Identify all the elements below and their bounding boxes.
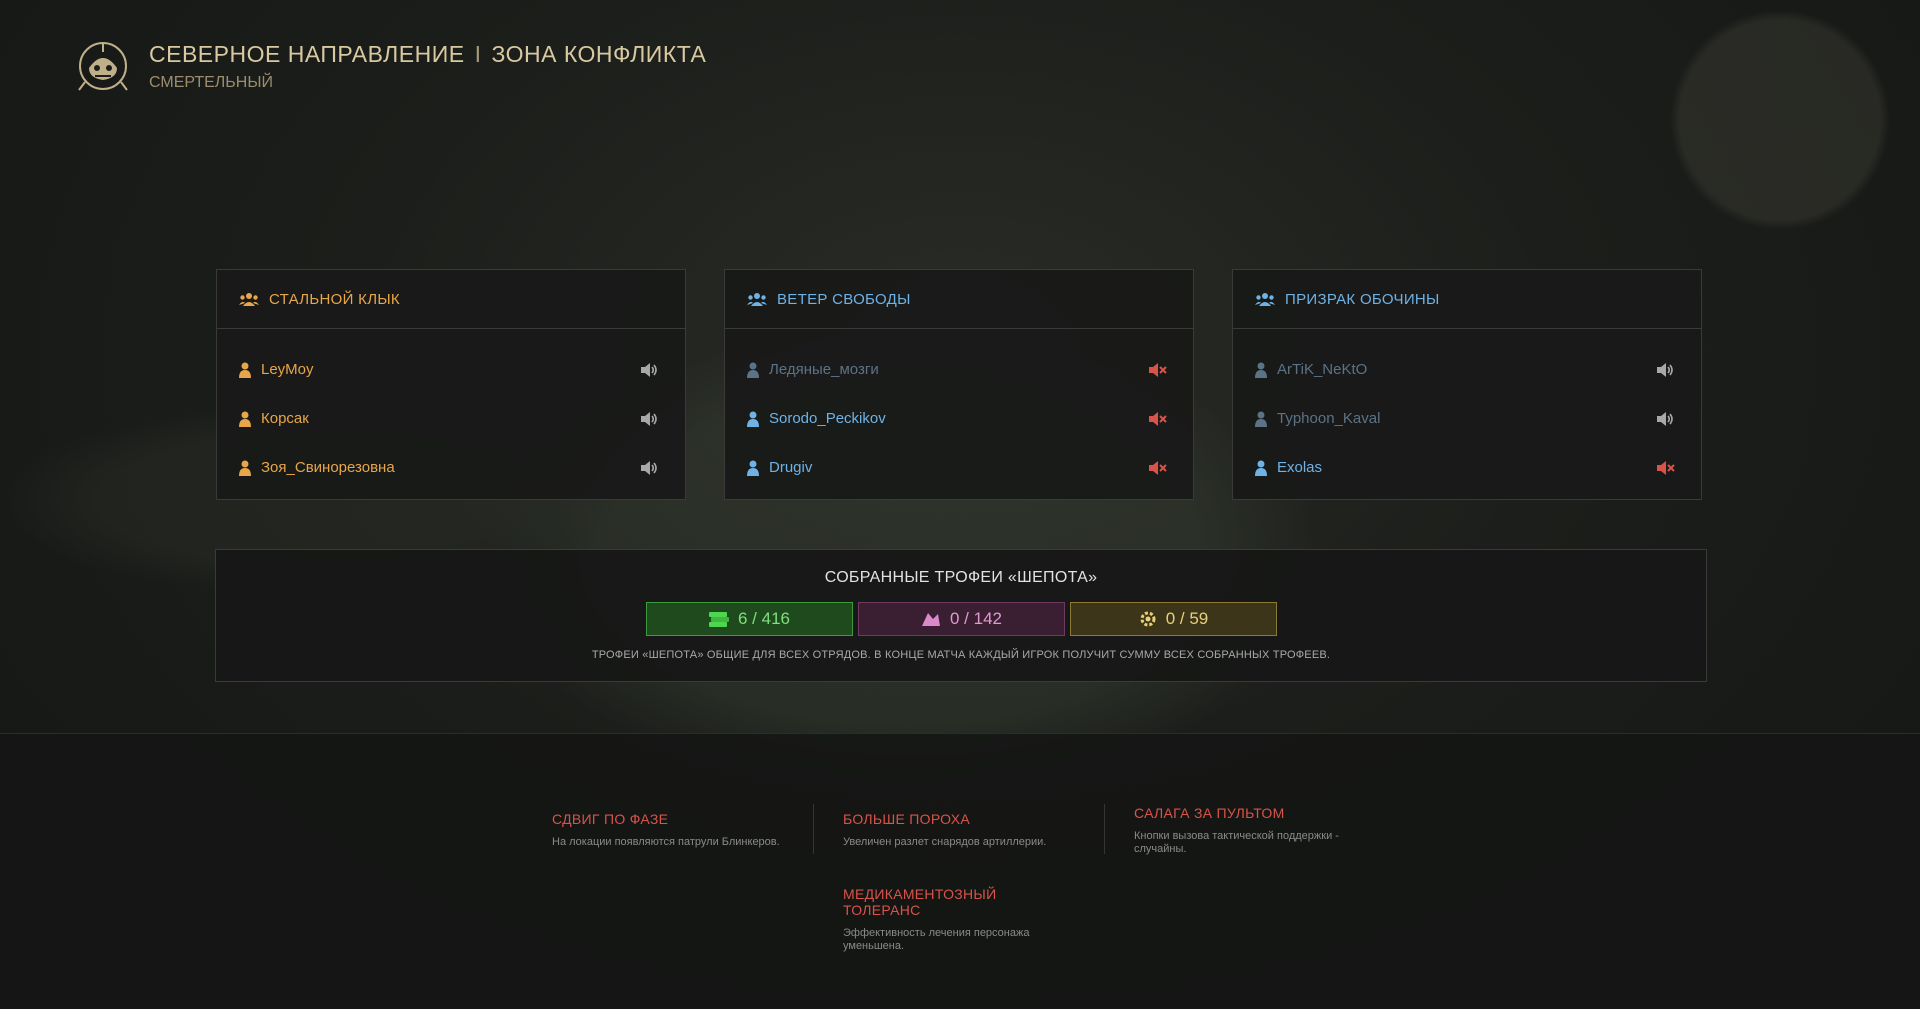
player-icon (747, 460, 759, 476)
speaker-muted-icon[interactable] (1655, 460, 1675, 476)
player-icon (239, 411, 251, 427)
player-row: LeyMoy (217, 345, 685, 394)
difficulty-label: СМЕРТЕЛЬНЫЙ (149, 73, 273, 91)
modifier-desc: Кнопки вызова тактической поддержки - сл… (1134, 830, 1339, 855)
speaker-icon[interactable] (639, 411, 659, 427)
player-row: Drugiv (725, 443, 1193, 492)
player-name: Ледяные_мозги (769, 361, 879, 378)
squads-panel: СТАЛЬНОЙ КЛЫК LeyMoy Корсак Зоя_Свинорезовн… (216, 269, 1702, 500)
player-list: ArTiK_NeKtO Typhoon_Kaval Exolas (1233, 329, 1701, 492)
modifier-phase-shift: СДВИГ ПО ФАЗЕ На локации появляются патр… (552, 811, 802, 849)
speaker-muted-icon[interactable] (1147, 411, 1167, 427)
modifier-medical-tolerance: МЕДИКАМЕНТОЗНЫЙ ТОЛЕРАНС Эффективность л… (843, 886, 1073, 953)
location-name: СЕВЕРНОЕ НАПРАВЛЕНИЕ (149, 40, 465, 67)
player-row: Корсак (217, 394, 685, 443)
squad-card: ПРИЗРАК ОБОЧИНЫ ArTiK_NeKtO Typhoon_Kaval E… (1232, 269, 1702, 500)
modifier-title: БОЛЬШЕ ПОРОХА (843, 811, 971, 827)
squad-header: СТАЛЬНОЙ КЛЫК (217, 270, 685, 329)
player-row: Зоя_Свинорезовна (217, 443, 685, 492)
player-row: Sorodo_Peckikov (725, 394, 1193, 443)
trophies-note: ТРОФЕИ «ШЕПОТА» ОБЩИЕ ДЛЯ ВСЕХ ОТРЯДОВ. … (591, 649, 1331, 661)
player-name: Exolas (1277, 459, 1323, 476)
trophy-count: 0 / 142 (950, 609, 1002, 628)
modifier-title: САЛАГА ЗА ПУЛЬТОМ (1134, 805, 1285, 821)
modifier-title: МЕДИКАМЕНТОЗНЫЙ ТОЛЕРАНС (843, 886, 997, 918)
divider (813, 804, 814, 854)
player-icon (1255, 460, 1267, 476)
squad-header: ПРИЗРАК ОБОЧИНЫ (1233, 270, 1701, 329)
pink-trophy-icon (922, 613, 940, 626)
group-icon (239, 293, 259, 306)
group-icon (747, 293, 767, 306)
player-list: Ледяные_мозги Sorodo_Peckikov Drugiv (725, 329, 1193, 492)
modifier-desc: Увеличен разлет снарядов артиллерии. (843, 836, 1047, 848)
mission-header: СЕВЕРНОЕ НАПРАВЛЕНИЕ I ЗОНА КОНФЛИКТА СМЕР… (75, 36, 706, 96)
player-name: Drugiv (769, 459, 813, 476)
player-icon (747, 362, 759, 378)
speaker-icon[interactable] (639, 362, 659, 378)
speaker-icon[interactable] (1655, 362, 1675, 378)
player-icon (239, 362, 251, 378)
modifier-more-powder: БОЛЬШЕ ПОРОХА Увеличен разлет снарядов а… (843, 811, 1093, 849)
gear-trophy-icon (1140, 611, 1156, 627)
squad-card: СТАЛЬНОЙ КЛЫК LeyMoy Корсак Зоя_Свинорезовн… (216, 269, 686, 500)
trophy-count: 0 / 59 (1165, 609, 1209, 628)
modifiers-panel: СДВИГ ПО ФАЗЕ На локации появляются патр… (0, 733, 1920, 1009)
player-name: Sorodo_Peckikov (769, 410, 886, 427)
squad-name: ВЕТЕР СВОБОДЫ (777, 290, 911, 308)
speaker-icon[interactable] (639, 460, 659, 476)
squad-card: ВЕТЕР СВОБОДЫ Ледяные_мозги Sorodo_Peckiko… (724, 269, 1194, 500)
player-row: Ледяные_мозги (725, 345, 1193, 394)
skull-emblem-icon (78, 42, 128, 91)
player-name: Зоя_Свинорезовна (261, 459, 395, 476)
modifier-desc: На локации появляются патрули Блинкеров. (552, 836, 780, 848)
player-icon (239, 460, 251, 476)
trophies-title: СОБРАННЫЕ ТРОФЕИ «ШЕПОТА» (824, 569, 1098, 586)
zone-name: ЗОНА КОНФЛИКТА (491, 40, 707, 67)
trophy-counter-pink: 0 / 142 (857, 602, 1065, 636)
trophy-counter-green: 6 / 416 (645, 602, 853, 636)
speaker-icon[interactable] (1655, 411, 1675, 427)
player-row: Typhoon_Kaval (1233, 394, 1701, 443)
player-row: ArTiK_NeKtO (1233, 345, 1701, 394)
trophy-counter-gold: 0 / 59 (1069, 602, 1277, 636)
cash-stack-icon (709, 612, 729, 627)
player-icon (747, 411, 759, 427)
player-list: LeyMoy Корсак Зоя_Свинорезовна (217, 329, 685, 492)
trophies-panel: СОБРАННЫЕ ТРОФЕИ «ШЕПОТА» 6 / 416 0 / 142… (215, 549, 1707, 682)
squad-name: СТАЛЬНОЙ КЛЫК (269, 290, 400, 308)
player-name: ArTiK_NeKtO (1277, 361, 1368, 378)
player-name: LeyMoy (261, 361, 314, 378)
player-row: Exolas (1233, 443, 1701, 492)
trophy-counters: 6 / 416 0 / 142 0 / 59 (216, 602, 1706, 636)
modifier-title: СДВИГ ПО ФАЗЕ (552, 811, 669, 827)
mission-title: СЕВЕРНОЕ НАПРАВЛЕНИЕ I ЗОНА КОНФЛИКТА (149, 41, 706, 68)
group-icon (1255, 293, 1275, 306)
player-icon (1255, 362, 1267, 378)
divider (1104, 804, 1105, 854)
player-name: Корсак (261, 410, 309, 427)
speaker-muted-icon[interactable] (1147, 362, 1167, 378)
player-icon (1255, 411, 1267, 427)
modifier-desc: Эффективность лечения персонажа уменьшен… (843, 927, 1030, 952)
player-name: Typhoon_Kaval (1277, 410, 1381, 427)
title-separator: I (474, 40, 482, 67)
squad-header: ВЕТЕР СВОБОДЫ (725, 270, 1193, 329)
modifier-rookie-at-console: САЛАГА ЗА ПУЛЬТОМ Кнопки вызова тактичес… (1134, 805, 1364, 856)
squad-name: ПРИЗРАК ОБОЧИНЫ (1285, 290, 1440, 308)
speaker-muted-icon[interactable] (1147, 460, 1167, 476)
trophy-count: 6 / 416 (738, 609, 790, 628)
